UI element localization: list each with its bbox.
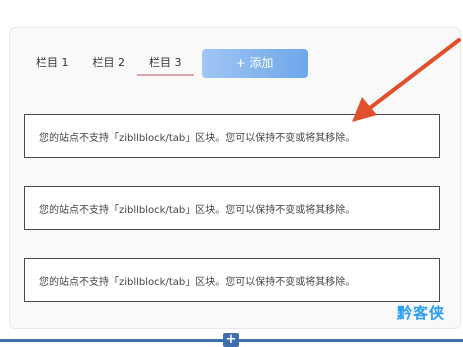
unsupported-block-notice[interactable]: 您的站点不支持「zibllblock/tab」区块。您可以保持不变或将其移除。 [24,114,440,158]
tab-3[interactable]: 栏目 3 [137,50,194,76]
tab-2[interactable]: 栏目 2 [81,50,138,76]
tab-bar: 栏目 1 栏目 2 栏目 3 + 添加 [24,46,308,80]
watermark-text: 黔客侠 [397,304,446,322]
plus-icon[interactable]: + [223,333,239,347]
tab-1[interactable]: 栏目 1 [24,50,81,76]
editor-canvas: 栏目 1 栏目 2 栏目 3 + 添加 您的站点不支持「zibllblock/t… [0,0,463,347]
tabs-block[interactable]: 栏目 1 栏目 2 栏目 3 + 添加 您的站点不支持「zibllblock/t… [9,27,461,329]
unsupported-block-notice[interactable]: 您的站点不支持「zibllblock/tab」区块。您可以保持不变或将其移除。 [24,186,440,230]
unsupported-block-notice[interactable]: 您的站点不支持「zibllblock/tab」区块。您可以保持不变或将其移除。 [24,258,440,302]
add-tab-button[interactable]: + 添加 [201,48,308,78]
